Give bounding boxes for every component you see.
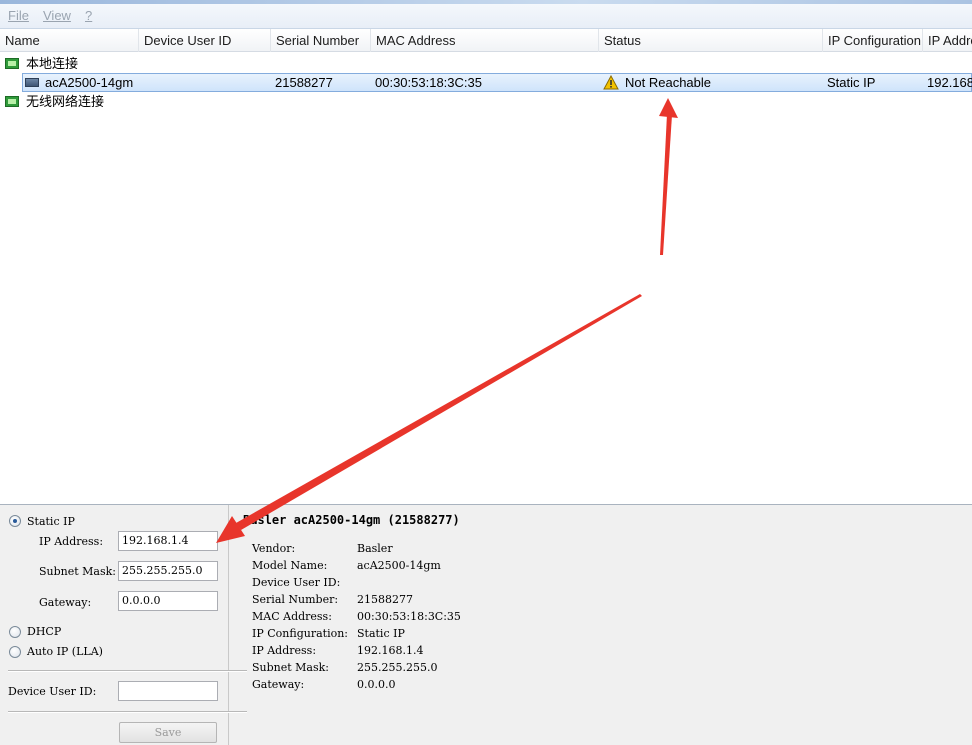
menu-view[interactable]: View <box>43 8 71 23</box>
warning-icon <box>603 75 619 90</box>
save-button[interactable]: Save <box>119 722 217 743</box>
menu-bar: File View ? <box>0 0 972 29</box>
network-adapter-icon <box>5 58 19 69</box>
ip-config-panel: Static IP IP Address: 192.168.1.4 Subnet… <box>0 505 247 745</box>
auto-ip-label: Auto IP (LLA) <box>27 645 103 658</box>
network-adapter-icon <box>5 96 19 107</box>
window-top-border <box>0 0 972 4</box>
column-header-ip-configuration[interactable]: IP Configuration <box>823 29 923 52</box>
device-list: Name Device User ID Serial Number MAC Ad… <box>0 29 972 505</box>
bottom-panel: Static IP IP Address: 192.168.1.4 Subnet… <box>0 505 972 745</box>
column-header-mac-address[interactable]: MAC Address <box>371 29 599 52</box>
menu-file[interactable]: File <box>8 8 29 23</box>
menu-help[interactable]: ? <box>85 8 92 23</box>
device-ip-configuration: Static IP <box>827 75 876 90</box>
info-key: Serial Number: <box>252 593 339 606</box>
column-header-device-user-id[interactable]: Device User ID <box>139 29 271 52</box>
adapter-label: 无线网络连接 <box>26 94 105 109</box>
separator <box>8 670 247 672</box>
info-value: acA2500-14gm <box>357 559 441 572</box>
camera-icon <box>25 78 39 87</box>
dhcp-radio[interactable] <box>9 626 21 638</box>
adapter-label: 本地连接 <box>26 56 79 71</box>
subnet-mask-field[interactable]: 255.255.255.0 <box>118 561 218 581</box>
device-status: Not Reachable <box>625 75 711 90</box>
static-ip-radio[interactable] <box>9 515 21 527</box>
info-key: Device User ID: <box>252 576 341 589</box>
list-header: Name Device User ID Serial Number MAC Ad… <box>0 29 972 52</box>
info-key: IP Configuration: <box>252 627 348 640</box>
info-key: Subnet Mask: <box>252 661 330 674</box>
device-user-id <box>144 73 264 92</box>
info-value: 255.255.255.0 <box>357 661 438 674</box>
device-user-id-field[interactable] <box>118 681 218 701</box>
info-key: IP Address: <box>252 644 317 657</box>
column-header-ip-address[interactable]: IP Address <box>923 29 972 52</box>
device-ip-address: 192.168.1.4 <box>927 75 972 90</box>
ip-address-label: IP Address: <box>39 535 104 548</box>
ip-address-field[interactable]: 192.168.1.4 <box>118 531 218 551</box>
device-mac-address: 00:30:53:18:3C:35 <box>375 75 482 90</box>
device-user-id-label: Device User ID: <box>8 685 97 698</box>
dhcp-label: DHCP <box>27 625 62 638</box>
info-value: 0.0.0.0 <box>357 678 396 691</box>
info-value: Basler <box>357 542 393 555</box>
info-key: Gateway: <box>252 678 305 691</box>
column-header-status[interactable]: Status <box>599 29 823 52</box>
device-serial-number: 21588277 <box>275 75 333 90</box>
subnet-mask-label: Subnet Mask: <box>39 565 117 578</box>
auto-ip-radio[interactable] <box>9 646 21 658</box>
info-value: 192.168.1.4 <box>357 644 424 657</box>
gateway-field[interactable]: 0.0.0.0 <box>118 591 218 611</box>
gateway-label: Gateway: <box>39 596 92 609</box>
info-key: Model Name: <box>252 559 328 572</box>
info-value: Static IP <box>357 627 405 640</box>
device-info-title: Basler acA2500-14gm (21588277) <box>243 513 460 527</box>
device-name: acA2500-14gm <box>45 75 134 90</box>
column-header-name[interactable]: Name <box>0 29 139 52</box>
info-value: 21588277 <box>357 593 413 606</box>
info-key: MAC Address: <box>252 610 332 623</box>
separator <box>8 711 247 713</box>
info-key: Vendor: <box>252 542 296 555</box>
info-value: 00:30:53:18:3C:35 <box>357 610 461 623</box>
static-ip-label: Static IP <box>27 515 75 528</box>
column-header-serial-number[interactable]: Serial Number <box>271 29 371 52</box>
